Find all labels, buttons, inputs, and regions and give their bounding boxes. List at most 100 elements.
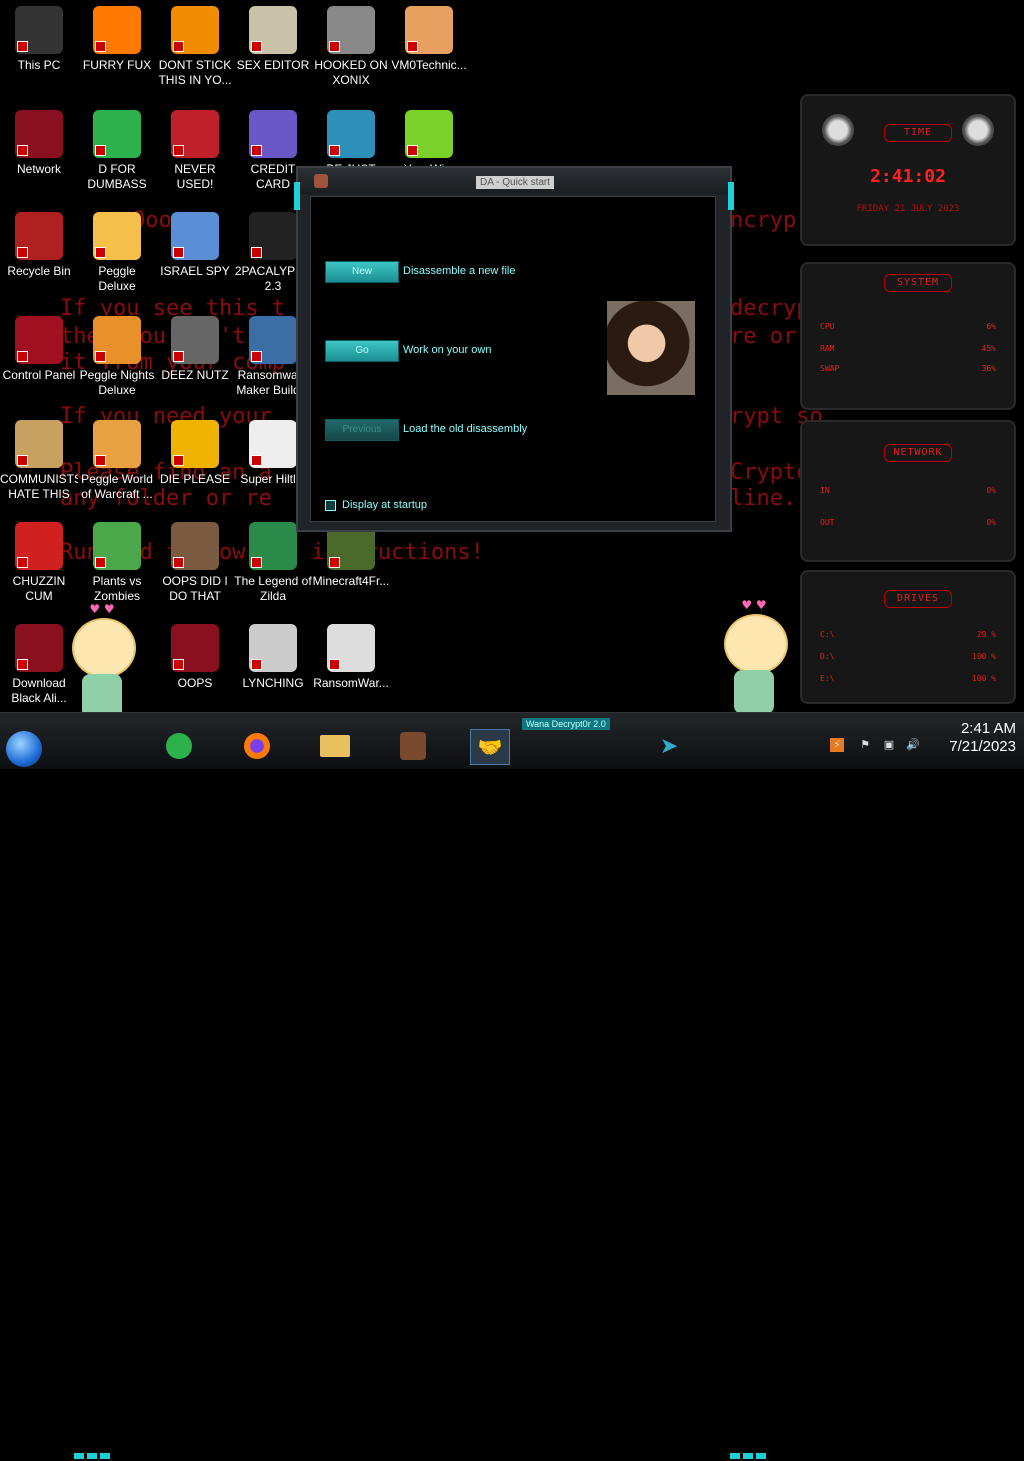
quick-start-dialog: DA - Quick start New Disassemble a new f… [294, 166, 734, 532]
dialog-frame-accent [728, 182, 734, 210]
feedly-icon [93, 110, 141, 158]
arrow-icon: ➤ [659, 733, 679, 759]
dialog-title: DA - Quick start [476, 176, 555, 189]
shortcut-arrow-icon [251, 659, 262, 670]
new-button[interactable]: New [325, 261, 399, 283]
hex-editor-icon [249, 6, 297, 54]
desktop-icon[interactable]: This PC [0, 6, 78, 73]
desktop-icon[interactable]: ISRAEL SPY [156, 212, 234, 279]
desktop-icon[interactable]: Control Panel [0, 316, 78, 383]
firefox-taskbar-button[interactable] [238, 729, 276, 763]
desktop-icon[interactable]: OOPS DID I DO THAT [156, 522, 234, 604]
firefox-icon [93, 6, 141, 54]
desktop-icon[interactable]: Network [0, 110, 78, 177]
security-icon[interactable]: ⚑ [858, 738, 872, 752]
taskbar-clock[interactable]: 2:41 AM 7/21/2023 [949, 720, 1016, 756]
volume-icon[interactable]: 🔊 [906, 738, 920, 752]
shortcut-arrow-icon [95, 455, 106, 466]
peggle-icon [93, 212, 141, 260]
desktop-icon-label: COMMUNISTS HATE THIS G... [0, 472, 78, 501]
net-out-row: OUT 0% [820, 518, 996, 527]
shortcut-arrow-icon [251, 557, 262, 568]
desktop-icon[interactable]: OOPS [156, 624, 234, 691]
start-button[interactable] [6, 731, 42, 767]
dialog-body: New Disassemble a new file Go Work on yo… [310, 196, 716, 522]
taskbar-decoration [74, 1453, 110, 1461]
desktop-icon-label: Peggle World of Warcraft ... [81, 472, 153, 501]
desktop-icon[interactable]: HOOKED ON XONIX [312, 6, 390, 88]
shortcut-arrow-icon [17, 659, 28, 670]
desktop-icon[interactable]: DIE PLEASE [156, 420, 234, 487]
desktop-icon-label: Peggle Nights Deluxe [79, 368, 155, 397]
shortcut-arrow-icon [329, 145, 340, 156]
handshake-app-taskbar-button[interactable]: 🤝 [470, 729, 510, 765]
desktop-icon[interactable]: Recycle Bin [0, 212, 78, 279]
rope-icon [249, 624, 297, 672]
tray-app-icon[interactable]: ⚡ [830, 738, 844, 752]
shortcut-arrow-icon [95, 351, 106, 362]
desktop-icon[interactable]: SEX EDITOR [234, 6, 312, 73]
desktop-icon[interactable]: VM0Technic... [390, 6, 468, 73]
new-description: Disassemble a new file [403, 265, 516, 277]
feedly-icon [166, 733, 192, 759]
shortcut-arrow-icon [251, 145, 262, 156]
shortcut-arrow-icon [17, 247, 28, 258]
desktop-icon[interactable]: Peggle World of Warcraft ... [78, 420, 156, 502]
ransom-line: re or [730, 324, 797, 349]
desktop-icon[interactable]: RansomWar... [312, 624, 390, 691]
clock-time: 2:41 AM [960, 720, 1016, 737]
dialog-titlebar[interactable]: DA - Quick start [298, 168, 730, 194]
checkbox-box[interactable] [325, 499, 336, 511]
time-widget-title: TIME [884, 124, 952, 142]
portrait-image [607, 301, 695, 395]
xonix-game-icon [327, 6, 375, 54]
desktop-icon[interactable]: CHUZZIN CUM [0, 522, 78, 604]
desktop-icon[interactable]: The Legend of Zilda [234, 522, 312, 604]
shortcut-arrow-icon [17, 455, 28, 466]
desktop-icon[interactable]: DEEZ NUTZ [156, 316, 234, 383]
desktop-icon-label: Network [16, 162, 61, 176]
portrait-app-taskbar-button[interactable] [394, 729, 432, 763]
desktop-icon[interactable]: DONT STICK THIS IN YO... [156, 6, 234, 88]
file-explorer-taskbar-button[interactable] [316, 729, 354, 763]
shortcut-arrow-icon [329, 41, 340, 52]
drive-d-row: D:\ 100 % [820, 652, 996, 661]
shortcut-arrow-icon [173, 247, 184, 258]
doctor-icon [405, 6, 453, 54]
desktop-icon[interactable]: Minecraft4Fr... [312, 522, 390, 589]
folder-icon [320, 735, 350, 757]
money-bag-icon [15, 420, 63, 468]
network-globe-icon [15, 110, 63, 158]
go-button[interactable]: Go [325, 340, 399, 362]
arrow-app-taskbar-button[interactable]: ➤ [650, 729, 688, 763]
app-icon [314, 174, 328, 188]
desktop-icon[interactable]: D FOR DUMBASS [78, 110, 156, 192]
desktop-icon[interactable]: LYNCHING [234, 624, 312, 691]
desktop-icon-label: RansomWar... [313, 676, 389, 690]
desktop-icon[interactable]: COMMUNISTS HATE THIS G... [0, 420, 78, 502]
go-description: Work on your own [403, 344, 492, 356]
desktop-icon-label: Minecraft4Fr... [312, 574, 390, 588]
feedly-taskbar-button[interactable] [160, 729, 198, 763]
network-tray-icon[interactable]: ▣ [882, 738, 896, 752]
shortcut-arrow-icon [17, 557, 28, 568]
desktop-icon[interactable]: Plants vs Zombies [78, 522, 156, 604]
desktop-icon[interactable]: Peggle Deluxe [78, 212, 156, 294]
pixel-dog-icon [249, 420, 297, 468]
display-at-startup-checkbox[interactable]: Display at startup [325, 499, 427, 511]
drive-e-row: E:\ 100 % [820, 674, 996, 683]
peggle-wow-icon [93, 420, 141, 468]
shortcut-arrow-icon [173, 659, 184, 670]
terminal-icon [249, 212, 297, 260]
previous-button[interactable]: Previous [325, 419, 399, 441]
net-in-row: IN 0% [820, 486, 996, 495]
skull-icon [327, 624, 375, 672]
shortcut-arrow-icon [407, 41, 418, 52]
system-widget-title: SYSTEM [884, 274, 952, 292]
desktop-icon-label: HOOKED ON XONIX [314, 58, 388, 87]
desktop-icon[interactable]: Peggle Nights Deluxe [78, 316, 156, 398]
computer-icon [15, 6, 63, 54]
desktop-icon[interactable]: NEVER USED! [156, 110, 234, 192]
desktop-icon[interactable]: FURRY FUX [78, 6, 156, 73]
shortcut-arrow-icon [173, 557, 184, 568]
